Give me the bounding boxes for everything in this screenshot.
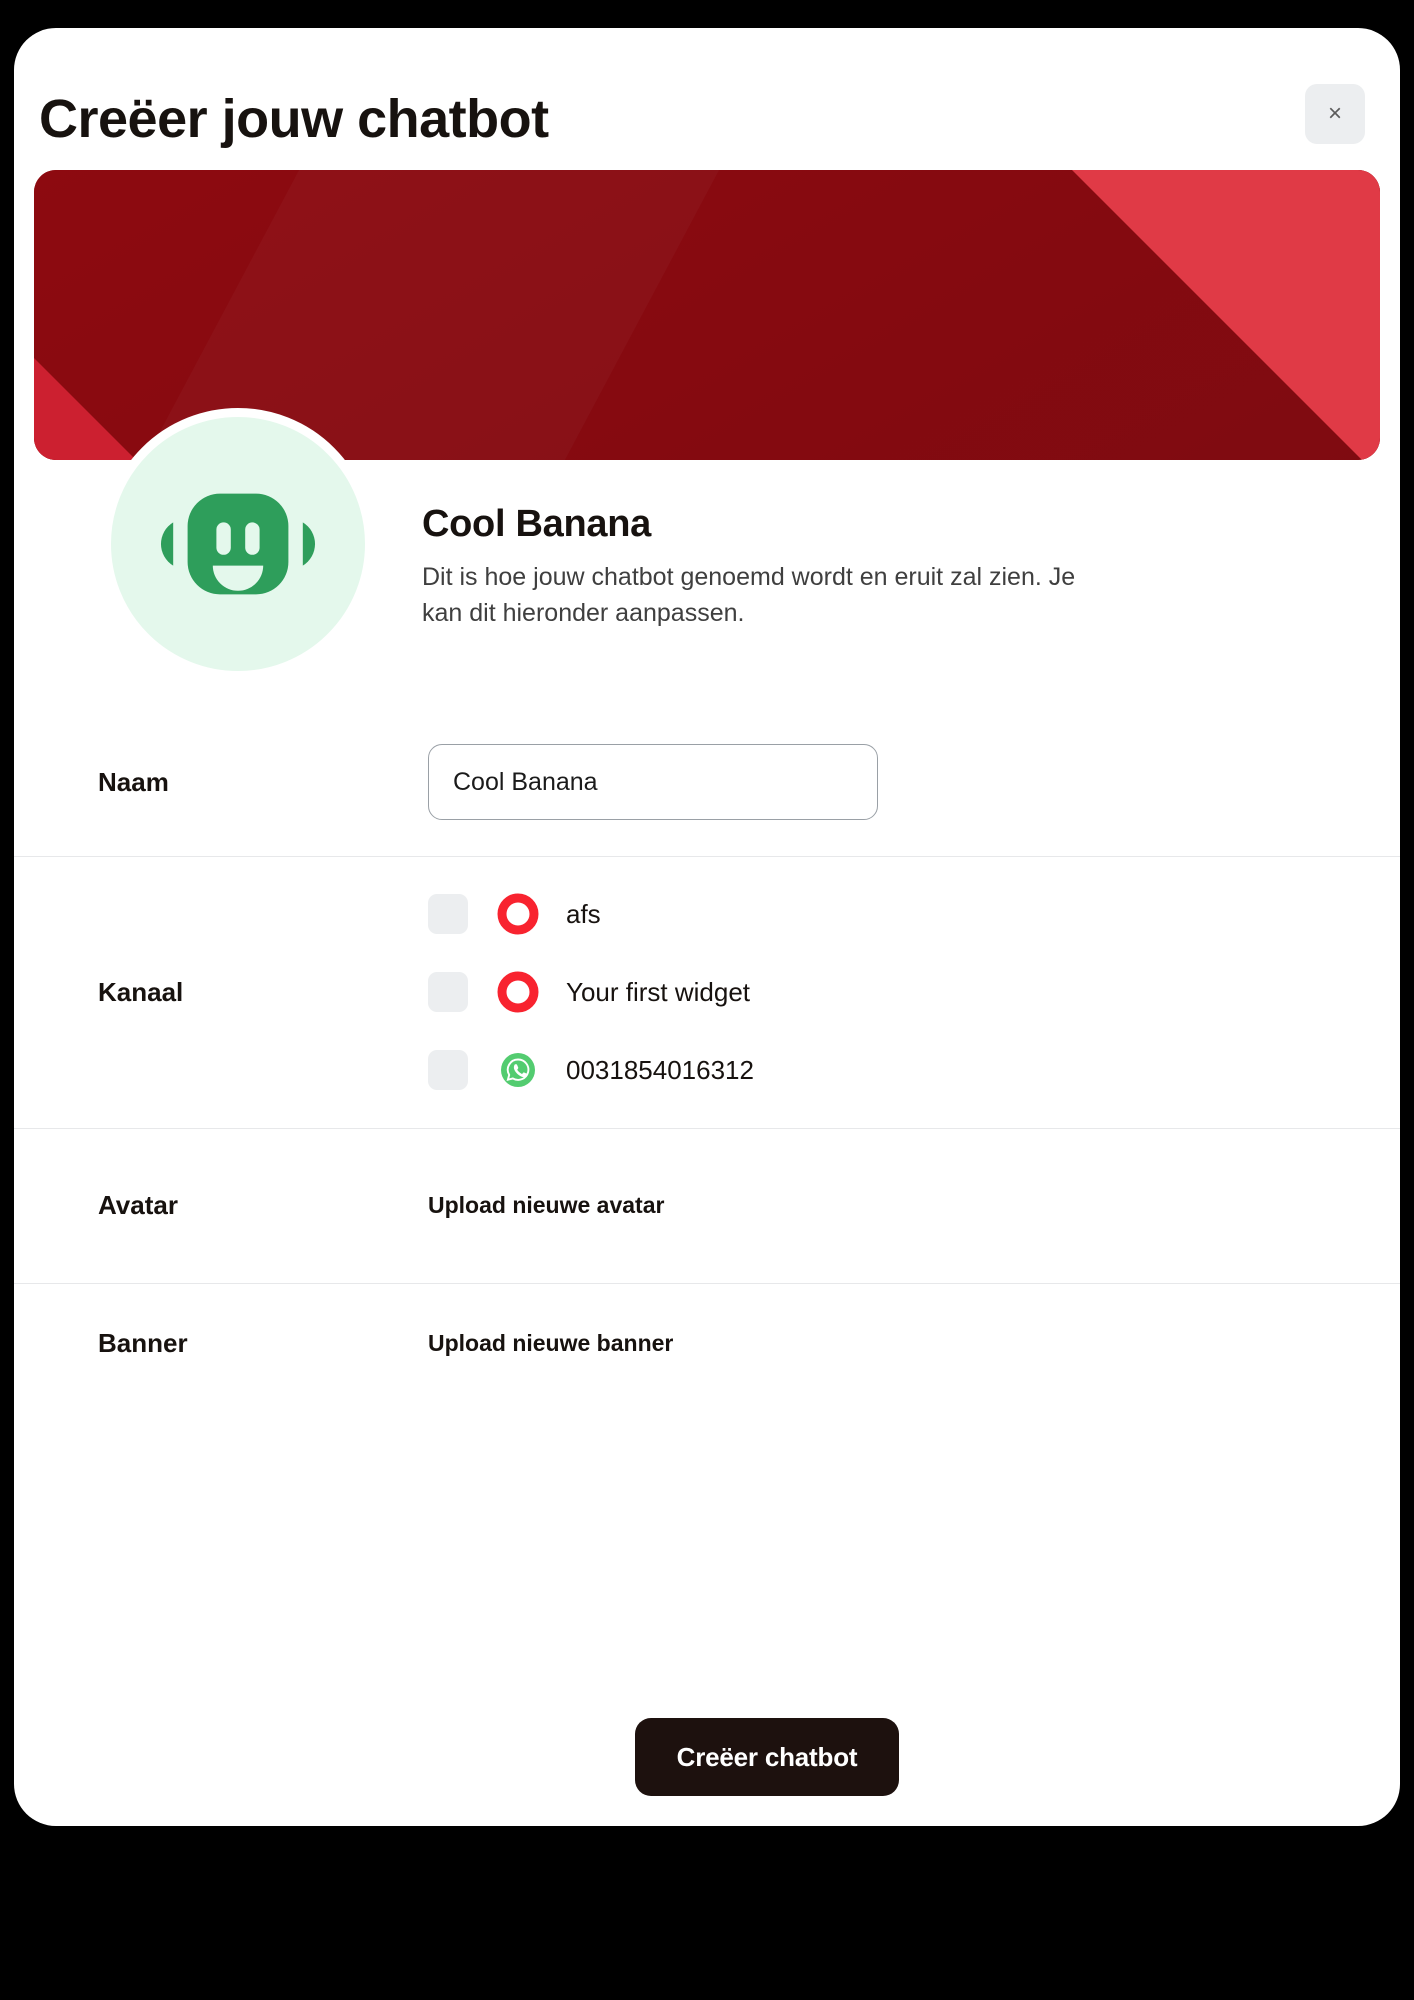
identity-section: Cool Banana Dit is hoe jouw chatbot geno… <box>14 408 1400 698</box>
form-row-kanaal: Kanaal afs Your first widget 00318540163… <box>14 856 1400 1128</box>
naam-label: Naam <box>98 766 169 797</box>
whatsapp-icon <box>496 1048 540 1092</box>
kanaal-content: afs Your first widget 0031854016312 <box>428 875 1376 1109</box>
channel-item-afs[interactable]: afs <box>428 875 1376 953</box>
banner-label: Banner <box>98 1327 188 1358</box>
avatar-content: Upload nieuwe avatar <box>428 1192 1376 1219</box>
avatar[interactable] <box>102 408 374 680</box>
kanaal-label: Kanaal <box>98 976 184 1007</box>
robot-icon <box>148 454 328 634</box>
screen: Creëer jouw chatbot × Cool Banana Dit is… <box>0 0 1414 2000</box>
identity-text: Cool Banana Dit is hoe jouw chatbot geno… <box>422 503 1122 631</box>
page-title: Creëer jouw chatbot <box>39 89 549 149</box>
banner-content: Upload nieuwe banner <box>428 1330 1376 1357</box>
form-row-naam: Naam <box>14 708 1400 856</box>
create-chatbot-modal: Creëer jouw chatbot × Cool Banana Dit is… <box>14 28 1400 1826</box>
channel-label: 0031854016312 <box>566 1054 754 1085</box>
widget-icon <box>496 970 540 1014</box>
channel-label: afs <box>566 898 601 929</box>
widget-icon <box>496 892 540 936</box>
form-row-avatar: Avatar Upload nieuwe avatar <box>14 1128 1400 1283</box>
name-input[interactable] <box>428 744 878 820</box>
close-icon[interactable]: × <box>1305 84 1365 144</box>
chatbot-name: Cool Banana <box>422 503 651 545</box>
channel-item-your-first-widget[interactable]: Your first widget <box>428 953 1376 1031</box>
form-row-banner: Banner Upload nieuwe banner <box>14 1283 1400 1403</box>
channel-checkbox-your-first-widget[interactable] <box>428 972 468 1012</box>
chatbot-description: Dit is hoe jouw chatbot genoemd wordt en… <box>422 560 1082 631</box>
chatbot-description-line-1: Dit is hoe jouw chatbot genoemd wordt en… <box>422 563 1042 591</box>
channel-checkbox-whatsapp[interactable] <box>428 1050 468 1090</box>
upload-avatar-button[interactable]: Upload nieuwe avatar <box>428 1192 664 1219</box>
upload-banner-button[interactable]: Upload nieuwe banner <box>428 1330 673 1357</box>
submit-area: Creëer chatbot <box>14 1718 1400 1796</box>
chatbot-form: Naam Kanaal <box>14 708 1400 1403</box>
channel-item-whatsapp[interactable]: 0031854016312 <box>428 1031 1376 1109</box>
naam-content <box>428 744 1376 820</box>
channel-checkbox-afs[interactable] <box>428 894 468 934</box>
channel-label: Your first widget <box>566 976 751 1007</box>
create-chatbot-button[interactable]: Creëer chatbot <box>634 1718 900 1796</box>
avatar-label: Avatar <box>98 1190 178 1220</box>
